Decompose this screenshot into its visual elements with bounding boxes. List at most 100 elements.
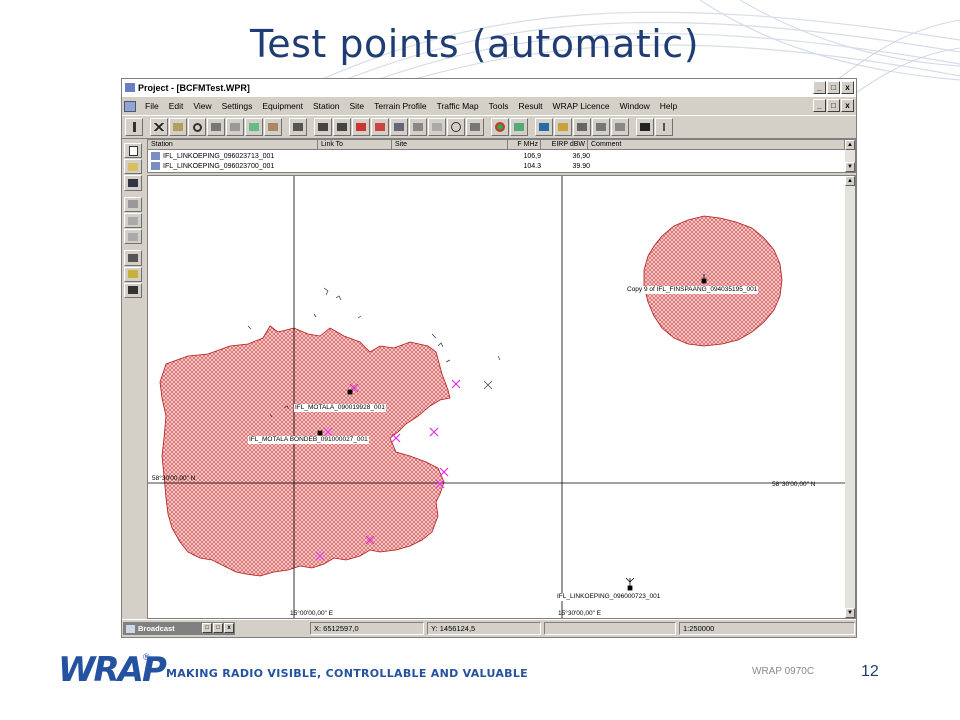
analysis-tool-button[interactable] — [510, 118, 528, 136]
key-tool-button[interactable] — [554, 118, 572, 136]
scissors-icon — [128, 200, 138, 209]
menu-tools[interactable]: Tools — [484, 101, 514, 111]
restore-button[interactable]: □ — [202, 623, 212, 633]
menu-window[interactable]: Window — [615, 101, 655, 111]
frequency-tool-button[interactable] — [409, 118, 427, 136]
map-icon — [249, 123, 259, 131]
save-button[interactable] — [124, 175, 142, 191]
scroll-down-arrow-icon[interactable]: ▼ — [845, 608, 855, 618]
copy-button[interactable] — [124, 212, 142, 229]
menu-result[interactable]: Result — [513, 101, 547, 111]
window-icon — [126, 625, 135, 634]
antenna-tool-button[interactable] — [390, 118, 408, 136]
layers-tool-button[interactable] — [207, 118, 225, 136]
open-button[interactable] — [124, 159, 142, 175]
station-label-finspaang[interactable]: Copy 9 of IFL_FINSPAANG_094035195_001 — [626, 286, 759, 294]
floppy-icon — [128, 179, 138, 188]
clock-tool-button[interactable] — [447, 118, 465, 136]
mail-tool-button[interactable] — [611, 118, 629, 136]
f-mhz-value: 106,9 — [523, 152, 541, 160]
mast-tool-button[interactable] — [655, 118, 673, 136]
map-tool-button[interactable] — [245, 118, 263, 136]
station-label-linkoeping[interactable]: IFL_LINKOEPING_096000723_001 — [556, 593, 662, 601]
monitor-tool-button[interactable] — [535, 118, 553, 136]
status-empty-field — [544, 622, 676, 635]
column-eirp[interactable]: EIRP dBW — [541, 140, 588, 150]
print-tool-button[interactable] — [592, 118, 610, 136]
table-row[interactable]: IFL_LINKOEPING_096023700_001 104.3 39.90 — [148, 161, 845, 171]
printer-icon — [128, 253, 138, 262]
test-point-marker[interactable] — [429, 427, 439, 437]
coverage-area-finspaang — [643, 215, 783, 347]
column-comment[interactable]: Comment — [588, 140, 845, 150]
child-close-button[interactable]: x — [841, 99, 854, 112]
paste-icon — [128, 232, 138, 241]
map-window[interactable]: Copy 9 of IFL_FINSPAANG_094035195_001 IF… — [147, 175, 856, 619]
maximize-button[interactable]: □ — [827, 81, 840, 94]
test-point-marker[interactable] — [439, 467, 449, 477]
scroll-up-arrow-icon[interactable]: ▲ — [845, 140, 855, 150]
info-tool-button[interactable] — [125, 118, 143, 136]
child-minimize-button[interactable]: _ — [813, 99, 826, 112]
print-button[interactable] — [124, 250, 142, 266]
registered-mark: ® — [143, 652, 150, 662]
test-point-marker[interactable] — [391, 433, 401, 443]
zoom-tool-button[interactable] — [188, 118, 206, 136]
menu-view[interactable]: View — [188, 101, 216, 111]
column-link-to[interactable]: Link To — [318, 140, 392, 150]
export-tool-button[interactable] — [289, 118, 307, 136]
scroll-up-arrow-icon[interactable]: ▲ — [845, 176, 855, 186]
close-button[interactable]: x — [841, 81, 854, 94]
delete-tool-button[interactable] — [150, 118, 168, 136]
pattern-tool-button[interactable] — [428, 118, 446, 136]
column-site[interactable]: Site — [392, 140, 508, 150]
cut-button[interactable] — [124, 196, 142, 212]
menu-traffic-map[interactable]: Traffic Map — [432, 101, 484, 111]
new-button[interactable] — [124, 143, 142, 159]
window-title: Project - [BCFMTest.WPR] — [138, 83, 250, 93]
open-tool-button[interactable] — [169, 118, 187, 136]
report-tool-button[interactable] — [466, 118, 484, 136]
station-name: IFL_LINKOEPING_096023713_001 — [163, 152, 275, 160]
link-tool-button[interactable] — [352, 118, 370, 136]
menu-site[interactable]: Site — [344, 101, 369, 111]
grid-tool-button[interactable] — [226, 118, 244, 136]
column-f-mhz[interactable]: F MHz — [508, 140, 541, 150]
menu-station[interactable]: Station — [308, 101, 344, 111]
slide-title: Test points (automatic) — [250, 22, 700, 66]
paste-button[interactable] — [124, 229, 142, 245]
close-small-button[interactable]: x — [224, 623, 234, 633]
globe-tool-button[interactable] — [491, 118, 509, 136]
menu-help[interactable]: Help — [655, 101, 682, 111]
coverage-map[interactable] — [148, 176, 847, 619]
station-list-scrollbar[interactable]: ▲ ▼ — [845, 140, 855, 172]
child-maximize-button[interactable]: □ — [827, 99, 840, 112]
transfer-tool-button[interactable] — [573, 118, 591, 136]
test-point-marker[interactable] — [451, 379, 461, 389]
menu-edit[interactable]: Edit — [164, 101, 189, 111]
layers-icon — [211, 123, 221, 131]
chart-tool-button[interactable] — [371, 118, 389, 136]
table-row[interactable]: IFL_LINKOEPING_096023713_001 106,9 36,90 — [148, 151, 845, 161]
flag-tool-button[interactable] — [314, 118, 332, 136]
text-tool-button[interactable] — [636, 118, 654, 136]
help-button[interactable] — [124, 266, 142, 282]
flag2-tool-button[interactable] — [333, 118, 351, 136]
menu-settings[interactable]: Settings — [217, 101, 258, 111]
maximize-small-button[interactable]: □ — [213, 623, 223, 633]
context-help-button[interactable] — [124, 282, 142, 299]
station-label-motala[interactable]: IFL_MOTALA_090019928_001 — [294, 404, 386, 412]
menu-wrap-licence[interactable]: WRAP Licence — [548, 101, 615, 111]
menu-equipment[interactable]: Equipment — [257, 101, 308, 111]
map-vertical-scrollbar[interactable]: ▲ ▼ — [845, 176, 855, 618]
minimized-broadcast-window[interactable]: Broadcast □ □ x — [123, 622, 235, 635]
column-station[interactable]: Station — [148, 140, 318, 150]
menu-file[interactable]: File — [140, 101, 164, 111]
station-label-motala-bondeb[interactable]: IFL_MOTALA BONDEB_091000027_001 — [248, 436, 369, 444]
window-titlebar[interactable]: Project - [BCFMTest.WPR] _ □ x — [122, 79, 856, 97]
minimize-button[interactable]: _ — [813, 81, 826, 94]
scroll-down-arrow-icon[interactable]: ▼ — [845, 162, 855, 172]
menu-terrain-profile[interactable]: Terrain Profile — [369, 101, 431, 111]
terrain-tool-button[interactable] — [264, 118, 282, 136]
station-color-swatch — [151, 152, 160, 160]
